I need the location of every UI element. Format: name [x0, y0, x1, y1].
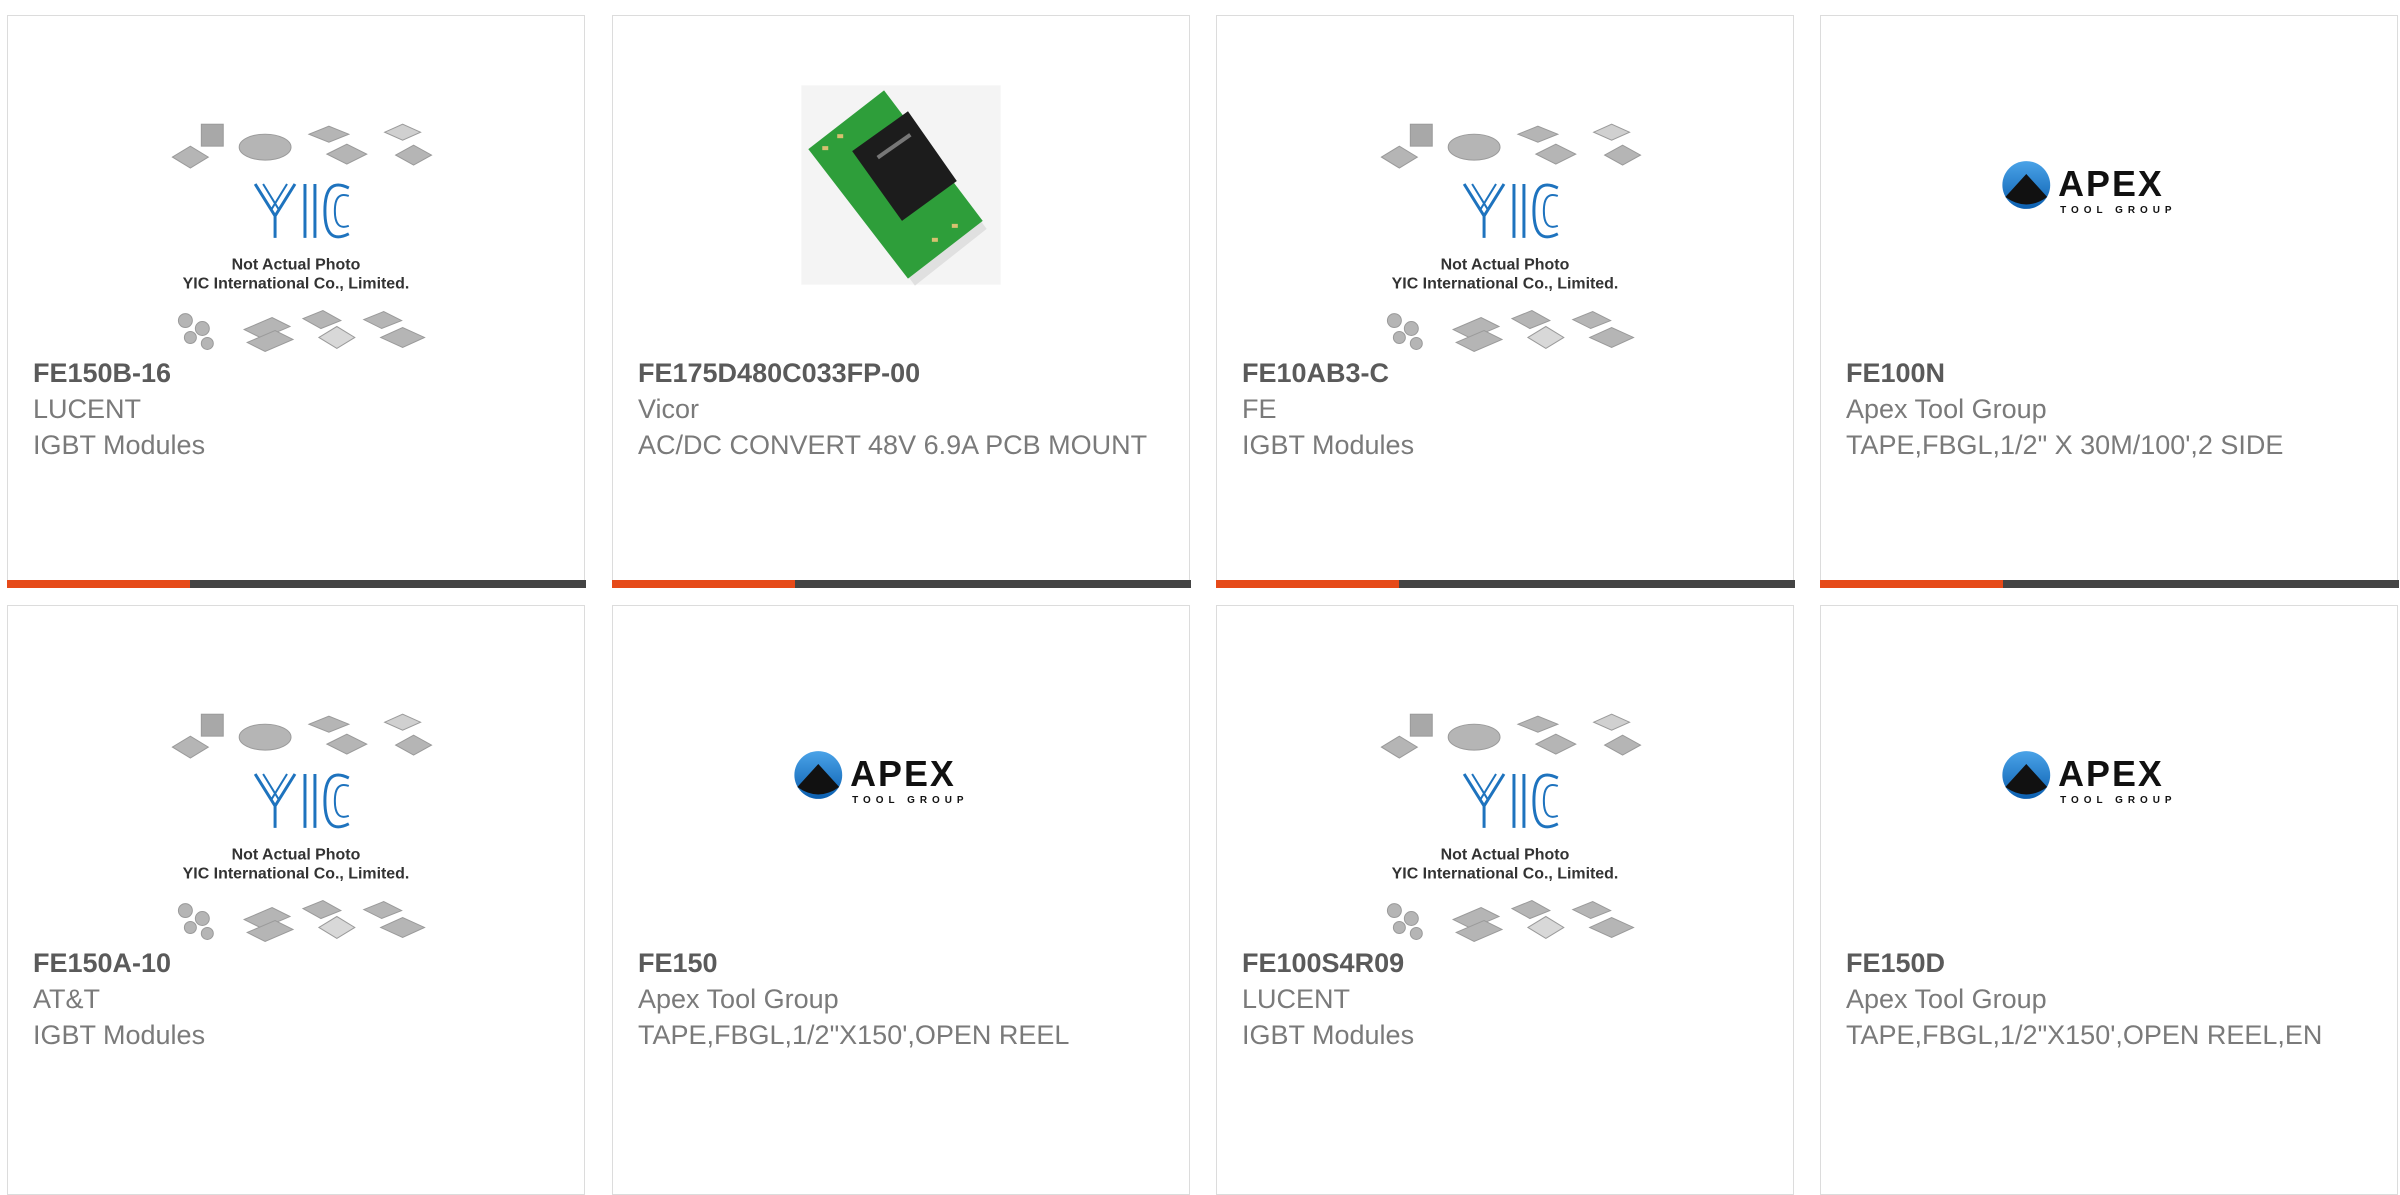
product-card[interactable]: Not Actual Photo YIC International Co., …	[1216, 605, 1794, 1195]
placeholder-caption-1: Not Actual Photo	[1441, 257, 1570, 274]
product-description: IGBT Modules	[33, 1020, 206, 1050]
card-bottom-bar	[1215, 579, 1795, 588]
product-thumbnail[interactable]: Not Actual Photo YIC International Co., …	[8, 16, 584, 361]
product-info: FE150 Apex Tool Group TAPE,FBGL,1/2"X150…	[638, 945, 1165, 1053]
product-thumbnail[interactable]: Not Actual Photo YIC International Co., …	[8, 606, 584, 951]
yic-placeholder-image: Not Actual Photo YIC International Co., …	[1380, 713, 1642, 942]
product-thumbnail[interactable]: APEX TOOL GROUP	[613, 606, 1189, 951]
brand-name: Apex Tool Group	[638, 984, 839, 1014]
yic-placeholder-image: Not Actual Photo YIC International Co., …	[171, 123, 433, 352]
part-number[interactable]: FE150A-10	[33, 945, 560, 981]
brand-name: LUCENT	[33, 394, 142, 424]
card-bottom-bar	[6, 579, 586, 588]
product-thumbnail[interactable]: Not Actual Photo YIC International Co., …	[1217, 16, 1793, 361]
placeholder-caption-2: YIC International Co., Limited.	[183, 276, 410, 293]
brand-name: Apex Tool Group	[1846, 984, 2047, 1014]
product-thumbnail[interactable]: APEX TOOL GROUP	[1821, 606, 2397, 951]
part-number[interactable]: FE175D480C033FP-00	[638, 355, 1165, 391]
product-description: AC/DC CONVERT 48V 6.9A PCB MOUNT	[638, 430, 1148, 460]
apex-logo-text: APEX	[2058, 754, 2164, 794]
product-description: IGBT Modules	[1242, 430, 1415, 460]
placeholder-caption-2: YIC International Co., Limited.	[1392, 276, 1619, 293]
brand-name: Apex Tool Group	[1846, 394, 2047, 424]
product-info: FE150A-10 AT&T IGBT Modules	[33, 945, 560, 1053]
part-number[interactable]: FE100N	[1846, 355, 2373, 391]
brand-name: Vicor	[638, 394, 700, 424]
part-number[interactable]: FE150	[638, 945, 1165, 981]
placeholder-caption-1: Not Actual Photo	[232, 847, 361, 864]
card-bottom-bar	[611, 579, 1191, 588]
product-grid: Not Actual Photo YIC International Co., …	[0, 0, 2400, 1195]
brand-name: LUCENT	[1242, 984, 1351, 1014]
brand-name: FE	[1242, 394, 1277, 424]
apex-logo-subtext: TOOL GROUP	[852, 795, 968, 806]
apex-logo-image: APEX TOOL GROUP	[2002, 751, 2176, 806]
product-card[interactable]: Not Actual Photo YIC International Co., …	[6, 15, 586, 588]
product-description: TAPE,FBGL,1/2"X150',OPEN REEL	[638, 1020, 1070, 1050]
placeholder-caption-1: Not Actual Photo	[232, 257, 361, 274]
apex-logo-image: APEX TOOL GROUP	[2002, 161, 2176, 216]
card-bottom-bar	[1819, 579, 2399, 588]
apex-logo-subtext: TOOL GROUP	[2060, 795, 2176, 806]
product-card[interactable]: APEX TOOL GROUP FE150D Apex Tool Group T…	[1820, 605, 2398, 1195]
product-description: IGBT Modules	[33, 430, 206, 460]
product-info: FE100N Apex Tool Group TAPE,FBGL,1/2" X …	[1846, 355, 2373, 463]
card-bottom-accent	[6, 579, 190, 588]
apex-logo-image: APEX TOOL GROUP	[794, 751, 968, 806]
placeholder-caption-2: YIC International Co., Limited.	[183, 866, 410, 883]
card-bottom-accent	[1819, 579, 2003, 588]
yic-placeholder-image: Not Actual Photo YIC International Co., …	[171, 713, 433, 942]
product-description: TAPE,FBGL,1/2"X150',OPEN REEL,EN	[1846, 1020, 2323, 1050]
product-description: TAPE,FBGL,1/2" X 30M/100',2 SIDE	[1846, 430, 2284, 460]
vicor-module-image	[801, 85, 1001, 286]
apex-logo-subtext: TOOL GROUP	[2060, 205, 2176, 216]
product-card[interactable]: Not Actual Photo YIC International Co., …	[7, 605, 585, 1195]
product-info: FE150D Apex Tool Group TAPE,FBGL,1/2"X15…	[1846, 945, 2373, 1053]
product-info: FE150B-16 LUCENT IGBT Modules	[33, 355, 560, 463]
part-number[interactable]: FE150B-16	[33, 355, 560, 391]
product-card[interactable]: Not Actual Photo YIC International Co., …	[1215, 15, 1795, 588]
placeholder-caption-2: YIC International Co., Limited.	[1392, 866, 1619, 883]
product-thumbnail[interactable]	[613, 16, 1189, 361]
product-card[interactable]: APEX TOOL GROUP FE100N Apex Tool Group T…	[1819, 15, 2399, 588]
product-description: IGBT Modules	[1242, 1020, 1415, 1050]
card-bottom-accent	[1215, 579, 1399, 588]
product-info: FE100S4R09 LUCENT IGBT Modules	[1242, 945, 1769, 1053]
product-card[interactable]: FE175D480C033FP-00 Vicor AC/DC CONVERT 4…	[611, 15, 1191, 588]
part-number[interactable]: FE100S4R09	[1242, 945, 1769, 981]
yic-placeholder-image: Not Actual Photo YIC International Co., …	[1380, 123, 1642, 352]
part-number[interactable]: FE10AB3-C	[1242, 355, 1769, 391]
product-thumbnail[interactable]: Not Actual Photo YIC International Co., …	[1217, 606, 1793, 951]
product-info: FE175D480C033FP-00 Vicor AC/DC CONVERT 4…	[638, 355, 1165, 463]
part-number[interactable]: FE150D	[1846, 945, 2373, 981]
brand-name: AT&T	[33, 984, 100, 1014]
product-info: FE10AB3-C FE IGBT Modules	[1242, 355, 1769, 463]
placeholder-caption-1: Not Actual Photo	[1441, 847, 1570, 864]
card-bottom-accent	[611, 579, 795, 588]
apex-logo-text: APEX	[850, 754, 956, 794]
apex-logo-text: APEX	[2058, 164, 2164, 204]
product-card[interactable]: APEX TOOL GROUP FE150 Apex Tool Group TA…	[612, 605, 1190, 1195]
product-thumbnail[interactable]: APEX TOOL GROUP	[1821, 16, 2397, 361]
